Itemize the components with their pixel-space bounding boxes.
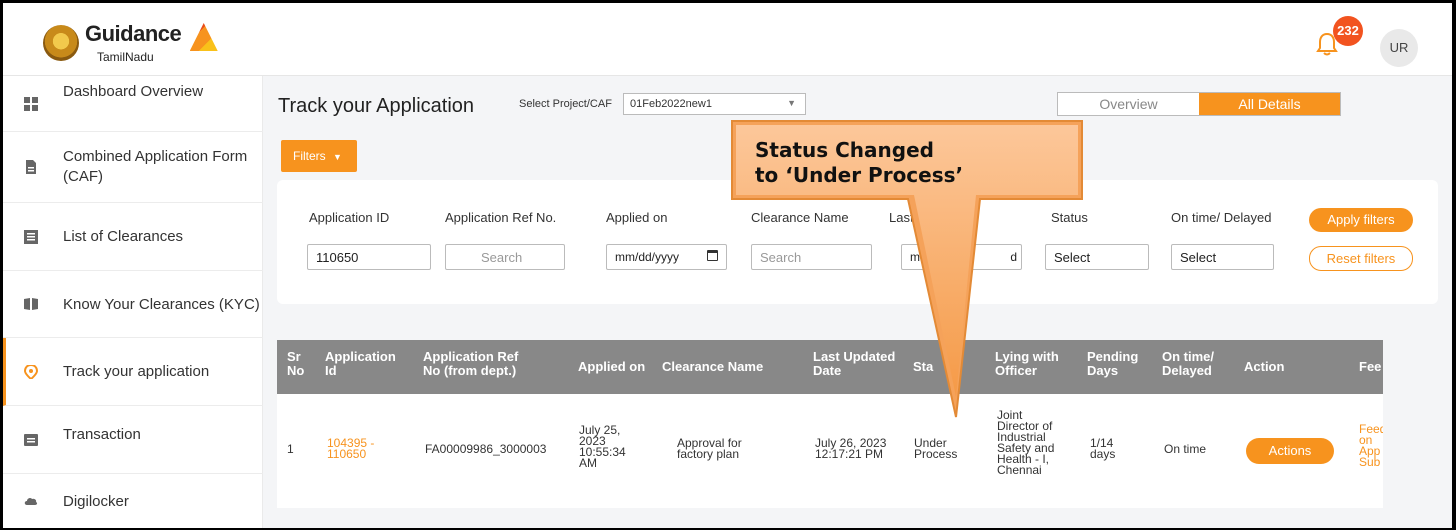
sidebar-item-clearances[interactable]: List of Clearances <box>3 203 263 271</box>
col-applied-on: Applied on <box>578 359 646 374</box>
page-title: Track your Application <box>278 95 475 117</box>
col-on-time: On time/Delayed <box>1162 349 1215 378</box>
col-sr-no: Sr No <box>287 349 305 378</box>
actions-button[interactable]: Actions <box>1246 438 1334 464</box>
sidebar-item-label: Digilocker <box>63 492 129 510</box>
sidebar-item-caf[interactable]: Combined Application Form (CAF) <box>3 132 263 203</box>
col-action: Action <box>1244 359 1285 374</box>
applied-on-placeholder: mm/dd/yyyy <box>615 250 680 264</box>
filter-label-applied-on: Applied on <box>606 210 668 225</box>
sidebar-item-track[interactable]: Track your application <box>3 338 263 406</box>
brand-logo[interactable]: Guidance TamilNadu <box>43 23 218 63</box>
project-select-value: 01Feb2022new1 <box>630 98 712 110</box>
project-select-label: Select Project/CAF <box>519 98 612 110</box>
list-icon <box>24 229 38 244</box>
view-toggle: Overview All Details <box>1057 92 1341 116</box>
col-ref-no: Application Ref No (from dept.) <box>423 349 519 378</box>
sidebar-item-label: Track your application <box>63 363 210 380</box>
brand-sub: TamilNadu <box>97 50 154 64</box>
dashboard-icon <box>24 96 38 111</box>
filters-button[interactable]: Filters ▼ <box>281 140 357 172</box>
filter-label-ref-no: Application Ref No. <box>445 210 557 225</box>
sidebar-item-label: Know Your Clearances (KYC) <box>63 295 260 313</box>
sidebar-item-label: List of Clearances <box>63 228 184 245</box>
brand-main: Guidance <box>85 21 182 47</box>
brand-stripes-icon <box>189 23 218 51</box>
sidebar: Dashboard Overview Combined Application … <box>3 76 263 528</box>
sidebar-item-dashboard[interactable]: Dashboard Overview <box>3 76 263 132</box>
book-icon <box>24 298 38 310</box>
reset-filters-button[interactable]: Reset filters <box>1309 246 1413 271</box>
sidebar-item-label: Transaction <box>63 426 141 443</box>
cell-sr: 1 <box>287 442 294 456</box>
project-select[interactable]: 01Feb2022new1 ▼ <box>623 93 806 115</box>
location-pin-icon <box>24 364 38 379</box>
cell-applied-on: July 25, 2023 10:55:34 AM <box>579 423 626 470</box>
callout-text: Status Changed to ‘Under Process’ <box>755 138 964 187</box>
cell-ref-no: FA00009986_3000003 <box>425 442 547 456</box>
on-time-select[interactable]: Select <box>1171 244 1274 270</box>
user-avatar[interactable]: UR <box>1380 29 1418 67</box>
sidebar-item-digilocker[interactable]: Digilocker <box>3 474 263 528</box>
tab-all-details[interactable]: All Details <box>1199 93 1340 115</box>
tab-overview[interactable]: Overview <box>1058 93 1199 115</box>
app-frame: Guidance TamilNadu 232 UR Dashboard Over… <box>3 3 1452 528</box>
document-icon <box>26 160 36 174</box>
calendar-icon <box>707 250 718 261</box>
top-header: Guidance TamilNadu 232 UR <box>3 3 1452 76</box>
app-id-input[interactable]: 110650 <box>307 244 431 270</box>
cloud-icon <box>24 497 38 505</box>
tn-emblem-icon <box>43 25 79 61</box>
sidebar-item-label: Combined Application Form (CAF) <box>63 148 248 185</box>
transaction-icon <box>24 433 38 446</box>
ref-no-input[interactable]: Search <box>445 244 565 270</box>
filter-label-on-time: On time/ Delayed <box>1171 210 1272 225</box>
filter-label-app-id: Application ID <box>309 210 390 225</box>
sidebar-item-label: Dashboard Overview <box>63 83 204 100</box>
applied-on-date-input[interactable]: mm/dd/yyyy <box>606 244 727 270</box>
col-application-id: Application Id <box>325 349 396 378</box>
brand-text: Guidance TamilNadu <box>85 23 218 63</box>
col-pending-days: Pending Days <box>1087 349 1139 378</box>
chevron-down-icon: ▼ <box>787 98 796 108</box>
notification-count-badge: 232 <box>1333 16 1363 46</box>
sidebar-item-transaction[interactable]: Transaction <box>3 406 263 474</box>
filters-button-label: Filters <box>293 149 326 163</box>
apply-filters-button[interactable]: Apply filters <box>1309 208 1413 232</box>
sidebar-item-kyc[interactable]: Know Your Clearances (KYC) <box>3 271 263 338</box>
cell-application-id-link[interactable]: 104395 -110650 <box>327 437 374 460</box>
cell-on-time: On time <box>1164 442 1207 456</box>
col-feedback: Fee <box>1359 359 1382 374</box>
cell-feedback-link[interactable]: FeedonAppSub <box>1359 423 1383 468</box>
cell-pending-days: 1/14 days <box>1090 436 1116 461</box>
caret-down-icon: ▼ <box>333 152 342 162</box>
